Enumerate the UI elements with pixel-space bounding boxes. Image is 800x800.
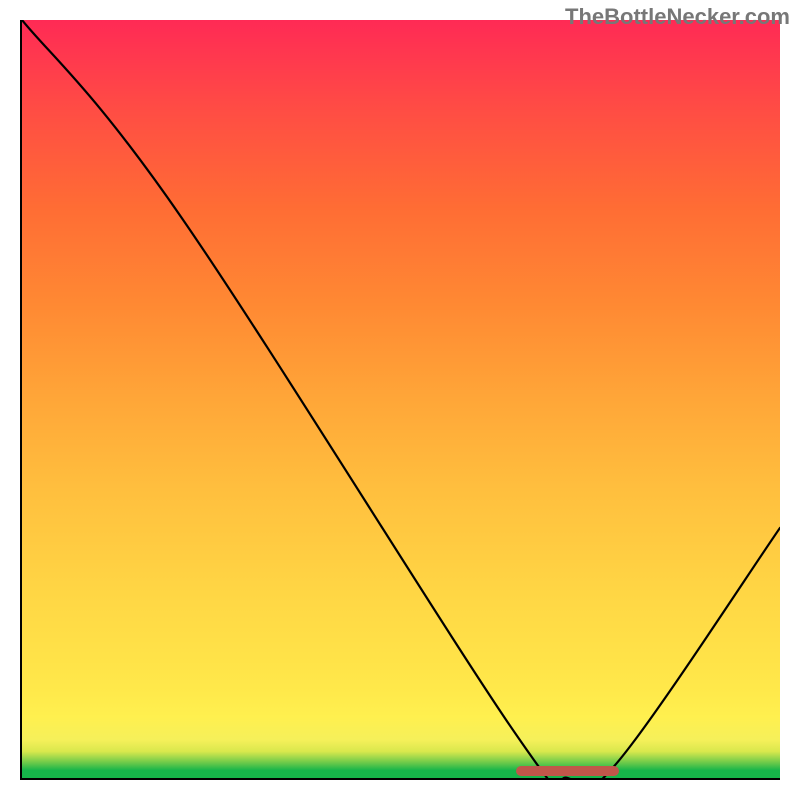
bottleneck-curve bbox=[22, 20, 780, 778]
plot-area bbox=[20, 20, 780, 780]
chart-container: TheBottleNecker.com bbox=[0, 0, 800, 800]
watermark-text: TheBottleNecker.com bbox=[565, 4, 790, 30]
curve-path bbox=[22, 20, 780, 778]
optimal-range-marker bbox=[516, 766, 619, 776]
